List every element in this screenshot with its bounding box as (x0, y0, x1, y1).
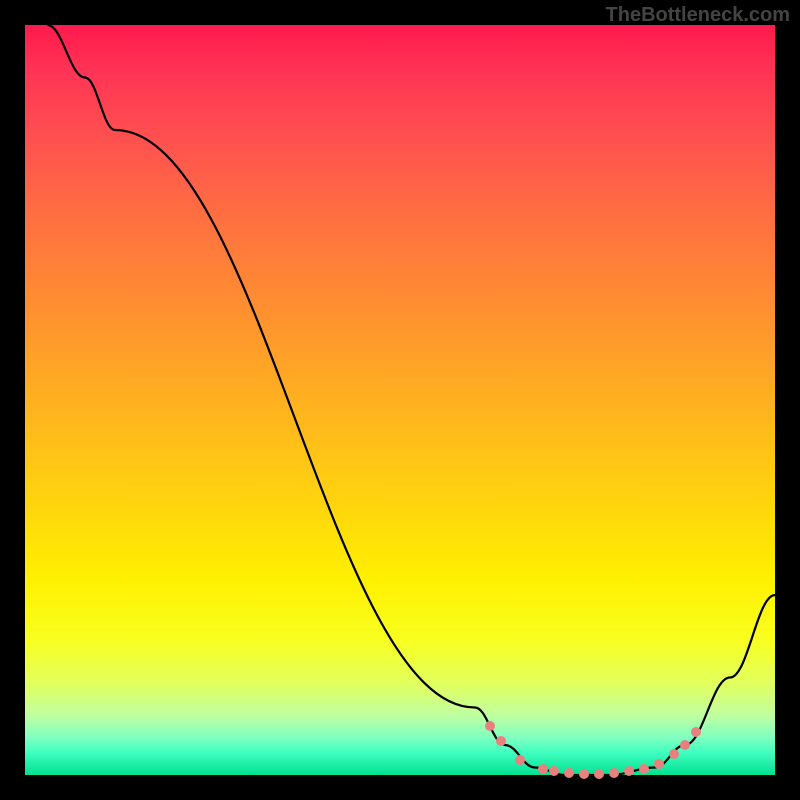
highlight-dot (639, 764, 649, 774)
watermark-text: TheBottleneck.com (606, 4, 790, 27)
highlight-dot (654, 759, 664, 769)
highlight-dot (609, 768, 619, 778)
highlight-dot (579, 769, 589, 779)
highlight-dot (564, 768, 574, 778)
highlight-dot (680, 740, 690, 750)
highlight-dot (691, 727, 701, 737)
highlight-dot (485, 721, 495, 731)
chart-curve (25, 25, 775, 775)
highlight-dot (669, 749, 679, 759)
highlight-dot (549, 766, 559, 776)
highlight-dot (594, 769, 604, 779)
chart-plot-area (25, 25, 775, 775)
highlight-dot (496, 736, 506, 746)
highlight-dot (515, 755, 525, 765)
highlight-dot (624, 766, 634, 776)
highlight-dot (538, 764, 548, 774)
